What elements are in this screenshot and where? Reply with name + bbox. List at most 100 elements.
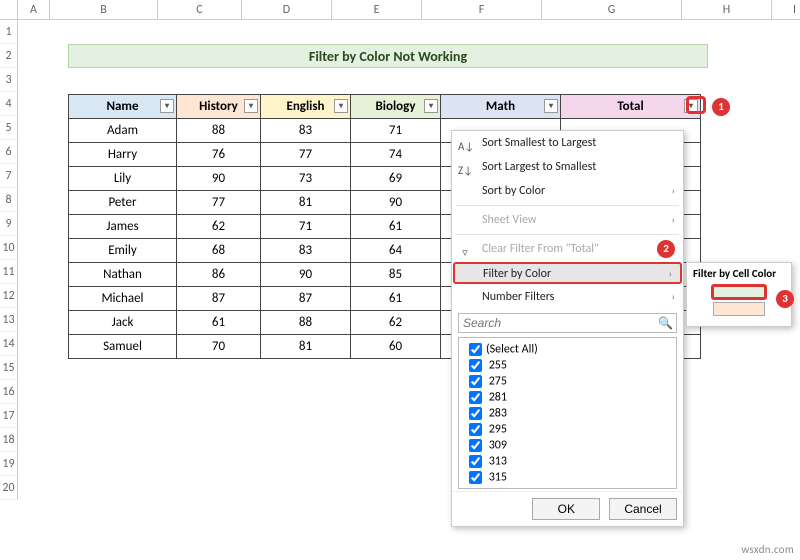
col-header-H[interactable]: H — [682, 0, 772, 19]
checkbox[interactable] — [469, 439, 482, 452]
list-item[interactable]: 255 — [461, 356, 674, 372]
cell-history[interactable]: 70 — [177, 335, 261, 359]
select-all-corner[interactable] — [0, 0, 18, 19]
row-header-18[interactable]: 18 — [0, 428, 17, 452]
checkbox[interactable] — [469, 359, 482, 372]
col-header-A[interactable]: A — [18, 0, 50, 19]
cell-biology[interactable]: 64 — [351, 239, 441, 263]
row-header-5[interactable]: 5 — [0, 116, 17, 140]
row-header-7[interactable]: 7 — [0, 164, 17, 188]
checkbox[interactable] — [469, 375, 482, 388]
filter-icon[interactable]: ▾ — [244, 99, 258, 113]
filter-icon[interactable]: ▾ — [334, 99, 348, 113]
col-header-G[interactable]: G — [542, 0, 682, 19]
filter-by-color[interactable]: Filter by Color› — [453, 262, 682, 284]
list-item[interactable]: 283 — [461, 404, 674, 420]
cell-biology[interactable]: 61 — [351, 215, 441, 239]
sort-by-color[interactable]: Sort by Color› — [452, 179, 683, 203]
list-item[interactable]: 309 — [461, 436, 674, 452]
row-header-20[interactable]: 20 — [0, 476, 17, 500]
cell-name[interactable]: Peter — [69, 191, 177, 215]
cell-history[interactable]: 86 — [177, 263, 261, 287]
row-header-11[interactable]: 11 — [0, 260, 17, 284]
cell-english[interactable]: 87 — [261, 287, 351, 311]
cell-name[interactable]: James — [69, 215, 177, 239]
cell-name[interactable]: Harry — [69, 143, 177, 167]
col-header-E[interactable]: E — [332, 0, 422, 19]
cell-history[interactable]: 77 — [177, 191, 261, 215]
sort-ascending[interactable]: A↓ Sort Smallest to Largest — [452, 131, 683, 155]
col-header-B[interactable]: B — [50, 0, 158, 19]
checkbox[interactable] — [469, 455, 482, 468]
color-swatch-1[interactable] — [711, 284, 767, 300]
cell-biology[interactable]: 71 — [351, 119, 441, 143]
search-input[interactable] — [458, 313, 677, 333]
col-header-I[interactable]: I — [772, 0, 800, 19]
checkbox-list[interactable]: (Select All) 255 275 281 283 295 309 313… — [458, 337, 677, 489]
cell-english[interactable]: 83 — [261, 239, 351, 263]
cell-english[interactable]: 71 — [261, 215, 351, 239]
cell-english[interactable]: 90 — [261, 263, 351, 287]
cell-history[interactable]: 76 — [177, 143, 261, 167]
cell-biology[interactable]: 69 — [351, 167, 441, 191]
row-header-15[interactable]: 15 — [0, 356, 17, 380]
cell-english[interactable]: 81 — [261, 335, 351, 359]
filter-icon[interactable]: ▾ — [160, 99, 174, 113]
row-header-2[interactable]: 2 — [0, 44, 17, 68]
filter-icon[interactable]: ▾ — [424, 99, 438, 113]
cancel-button[interactable]: Cancel — [609, 498, 677, 520]
col-header-D[interactable]: D — [242, 0, 332, 19]
cell-name[interactable]: Samuel — [69, 335, 177, 359]
row-header-10[interactable]: 10 — [0, 236, 17, 260]
cell-history[interactable]: 87 — [177, 287, 261, 311]
row-header-19[interactable]: 19 — [0, 452, 17, 476]
sort-descending[interactable]: Z↓ Sort Largest to Smallest — [452, 155, 683, 179]
row-header-17[interactable]: 17 — [0, 404, 17, 428]
row-header-1[interactable]: 1 — [0, 20, 17, 44]
cell-history[interactable]: 68 — [177, 239, 261, 263]
cell-english[interactable]: 83 — [261, 119, 351, 143]
checkbox[interactable] — [469, 391, 482, 404]
col-header-F[interactable]: F — [422, 0, 542, 19]
row-header-8[interactable]: 8 — [0, 188, 17, 212]
list-item-select-all[interactable]: (Select All) — [461, 340, 674, 356]
col-header-C[interactable]: C — [158, 0, 242, 19]
list-item[interactable]: 315 — [461, 468, 674, 484]
row-header-3[interactable]: 3 — [0, 68, 17, 92]
cell-history[interactable]: 88 — [177, 119, 261, 143]
filter-icon[interactable]: ▾ — [544, 99, 558, 113]
list-item[interactable]: 281 — [461, 388, 674, 404]
cell-name[interactable]: Michael — [69, 287, 177, 311]
list-item[interactable]: 275 — [461, 372, 674, 388]
row-header-16[interactable]: 16 — [0, 380, 17, 404]
cell-biology[interactable]: 62 — [351, 311, 441, 335]
cell-biology[interactable]: 60 — [351, 335, 441, 359]
cell-name[interactable]: Lily — [69, 167, 177, 191]
cell-english[interactable]: 73 — [261, 167, 351, 191]
color-swatch-2[interactable] — [713, 302, 765, 316]
cell-history[interactable]: 90 — [177, 167, 261, 191]
cell-biology[interactable]: 74 — [351, 143, 441, 167]
cell-history[interactable]: 62 — [177, 215, 261, 239]
cell-history[interactable]: 61 — [177, 311, 261, 335]
cell-biology[interactable]: 61 — [351, 287, 441, 311]
row-header-14[interactable]: 14 — [0, 332, 17, 356]
ok-button[interactable]: OK — [532, 498, 600, 520]
list-item[interactable]: 295 — [461, 420, 674, 436]
checkbox[interactable] — [469, 471, 482, 484]
number-filters[interactable]: Number Filters› — [452, 285, 683, 309]
row-header-4[interactable]: 4 — [0, 92, 17, 116]
cell-name[interactable]: Jack — [69, 311, 177, 335]
cell-biology[interactable]: 90 — [351, 191, 441, 215]
cell-name[interactable]: Nathan — [69, 263, 177, 287]
checkbox[interactable] — [469, 407, 482, 420]
cell-english[interactable]: 88 — [261, 311, 351, 335]
cell-name[interactable]: Emily — [69, 239, 177, 263]
cell-biology[interactable]: 85 — [351, 263, 441, 287]
row-header-9[interactable]: 9 — [0, 212, 17, 236]
row-header-13[interactable]: 13 — [0, 308, 17, 332]
row-header-12[interactable]: 12 — [0, 284, 17, 308]
cell-english[interactable]: 81 — [261, 191, 351, 215]
row-header-6[interactable]: 6 — [0, 140, 17, 164]
checkbox[interactable] — [469, 423, 482, 436]
